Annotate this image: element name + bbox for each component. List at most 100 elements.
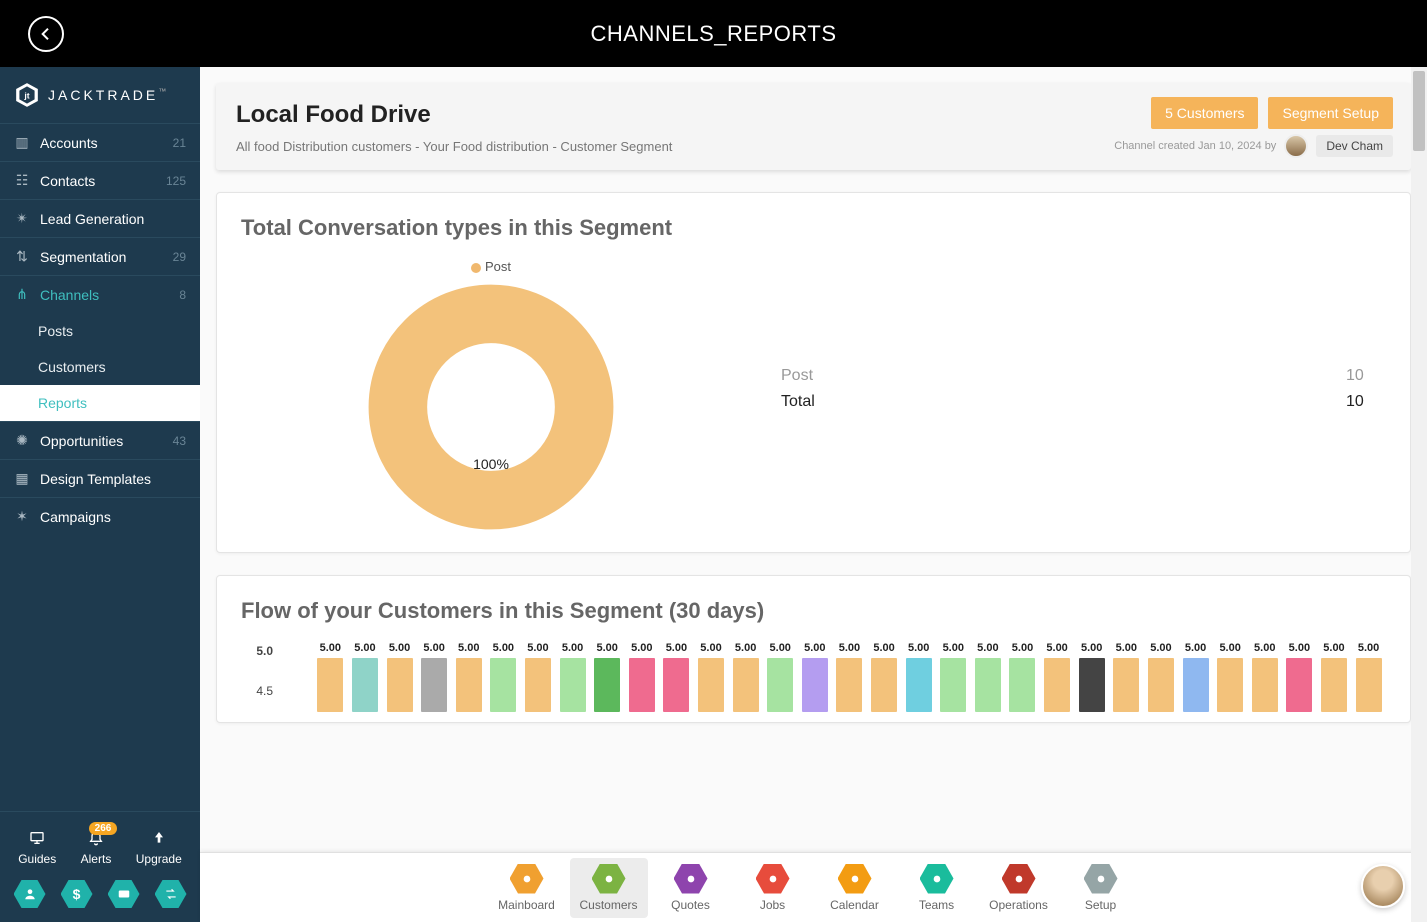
sidebar-item-label: Segmentation — [40, 249, 126, 265]
stat-row-total: Total 10 — [781, 389, 1386, 415]
quick-card-icon[interactable] — [108, 880, 140, 908]
sidebar-item-channels[interactable]: ⋔ Channels 8 — [0, 275, 200, 313]
template-icon: ▦ — [14, 471, 30, 487]
main-column: Local Food Drive All food Distribution c… — [200, 67, 1427, 922]
alerts-button[interactable]: 266 Alerts — [81, 830, 112, 866]
bar-value-label: 5.00 — [1289, 642, 1310, 656]
hex-icon — [592, 864, 626, 894]
bottomnav-item-jobs[interactable]: Jobs — [734, 858, 812, 918]
bottomnav-item-quotes[interactable]: Quotes — [652, 858, 730, 918]
bar-slot: 5.00 — [590, 642, 625, 712]
bottomnav-item-operations[interactable]: Operations — [980, 858, 1058, 918]
bottomnav-label: Customers — [579, 898, 637, 912]
bar-rect — [1009, 658, 1035, 712]
bottomnav-item-teams[interactable]: Teams — [898, 858, 976, 918]
bar-slot: 5.00 — [1213, 642, 1248, 712]
bar-slot: 5.00 — [1282, 642, 1317, 712]
bottomnav-item-mainboard[interactable]: Mainboard — [488, 858, 566, 918]
bar-value-label: 5.00 — [389, 642, 410, 656]
contacts-icon: ☷ — [14, 173, 30, 189]
button-label: Upgrade — [136, 852, 182, 866]
svg-text:jt: jt — [23, 90, 29, 100]
guides-button[interactable]: Guides — [18, 830, 56, 866]
sidebar-item-campaigns[interactable]: ✶ Campaigns — [0, 497, 200, 535]
network-icon: ⋔ — [14, 287, 30, 303]
customers-count-button[interactable]: 5 Customers — [1151, 97, 1258, 129]
stat-label: Total — [781, 393, 815, 411]
sidebar-item-label: Channels — [40, 287, 99, 303]
bottomnav-item-calendar[interactable]: Calendar — [816, 858, 894, 918]
segment-setup-button[interactable]: Segment Setup — [1268, 97, 1393, 129]
bar-value-label: 5.00 — [908, 642, 929, 656]
sidebar-item-lead-generation[interactable]: ✴ Lead Generation — [0, 199, 200, 237]
y-tick: 5.0 — [256, 644, 273, 658]
bar-rect — [1113, 658, 1139, 712]
bar-slot: 5.00 — [313, 642, 348, 712]
sidebar-sub-customers[interactable]: Customers — [0, 349, 200, 385]
bar-slot: 5.00 — [555, 642, 590, 712]
bar-rect — [525, 658, 551, 712]
brand-logo[interactable]: jt JACKTRADE™ — [0, 67, 200, 123]
hex-icon — [1084, 864, 1118, 894]
scrollbar[interactable] — [1411, 67, 1427, 922]
scrollbar-thumb[interactable] — [1413, 71, 1425, 151]
bar-value-label: 5.00 — [1219, 642, 1240, 656]
topbar: CHANNELS_REPORTS — [0, 0, 1427, 67]
quick-transfer-icon[interactable] — [155, 880, 187, 908]
author-chip[interactable]: Dev Cham — [1316, 135, 1393, 157]
bar-value-label: 5.00 — [320, 642, 341, 656]
bar-rect — [871, 658, 897, 712]
bar-value-label: 5.00 — [423, 642, 444, 656]
bar-rect — [560, 658, 586, 712]
bar-rect — [629, 658, 655, 712]
building-icon: ▥ — [14, 135, 30, 151]
sidebar-item-contacts[interactable]: ☷ Contacts 125 — [0, 161, 200, 199]
bottomnav-item-setup[interactable]: Setup — [1062, 858, 1140, 918]
back-button[interactable] — [28, 16, 64, 52]
profile-avatar-button[interactable] — [1361, 864, 1405, 908]
transfer-icon — [164, 887, 178, 901]
bar-value-label: 5.00 — [977, 642, 998, 656]
bar-value-label: 5.00 — [1185, 642, 1206, 656]
bar-rect — [317, 658, 343, 712]
author-avatar — [1284, 134, 1308, 158]
bar-slot: 5.00 — [1040, 642, 1075, 712]
sidebar-item-segmentation[interactable]: ⇅ Segmentation 29 — [0, 237, 200, 275]
hex-icon — [510, 864, 544, 894]
quick-money-icon[interactable]: $ — [61, 880, 93, 908]
bar-value-label: 5.00 — [770, 642, 791, 656]
bar-rect — [1217, 658, 1243, 712]
bar-slot: 5.00 — [936, 642, 971, 712]
customer-flow-card: Flow of your Customers in this Segment (… — [216, 575, 1411, 723]
hex-icon — [838, 864, 872, 894]
sidebar-item-design-templates[interactable]: ▦ Design Templates — [0, 459, 200, 497]
bar-value-label: 5.00 — [354, 642, 375, 656]
bar-value-label: 5.00 — [527, 642, 548, 656]
bar-value-label: 5.00 — [1012, 642, 1033, 656]
bar-value-label: 5.00 — [562, 642, 583, 656]
bottomnav-label: Jobs — [760, 898, 785, 912]
bar-slot: 5.00 — [832, 642, 867, 712]
main-scroll[interactable]: Local Food Drive All food Distribution c… — [200, 67, 1427, 852]
bar-rect — [1183, 658, 1209, 712]
bar-slot: 5.00 — [417, 642, 452, 712]
bar-slot: 5.00 — [624, 642, 659, 712]
sidebar-item-opportunities[interactable]: ✺ Opportunities 43 — [0, 421, 200, 459]
brand-name: JACKTRADE™ — [48, 87, 166, 103]
sidebar-sub-reports[interactable]: Reports — [0, 385, 200, 421]
sliders-icon: ⇅ — [14, 249, 30, 265]
bar-value-label: 5.00 — [943, 642, 964, 656]
sidebar-item-accounts[interactable]: ▥ Accounts 21 — [0, 123, 200, 161]
quick-user-icon[interactable] — [14, 880, 46, 908]
bar-chart: 5.0 4.5 5.005.005.005.005.005.005.005.00… — [241, 642, 1386, 712]
bottomnav-item-customers[interactable]: Customers — [570, 858, 648, 918]
bar-value-label: 5.00 — [1358, 642, 1379, 656]
bar-slot: 5.00 — [728, 642, 763, 712]
upgrade-button[interactable]: Upgrade — [136, 830, 182, 866]
bar-rect — [733, 658, 759, 712]
bar-rect — [698, 658, 724, 712]
bar-slot: 5.00 — [659, 642, 694, 712]
sidebar-sub-posts[interactable]: Posts — [0, 313, 200, 349]
page-header-card: Local Food Drive All food Distribution c… — [216, 83, 1411, 170]
legend-label: Post — [485, 259, 511, 274]
